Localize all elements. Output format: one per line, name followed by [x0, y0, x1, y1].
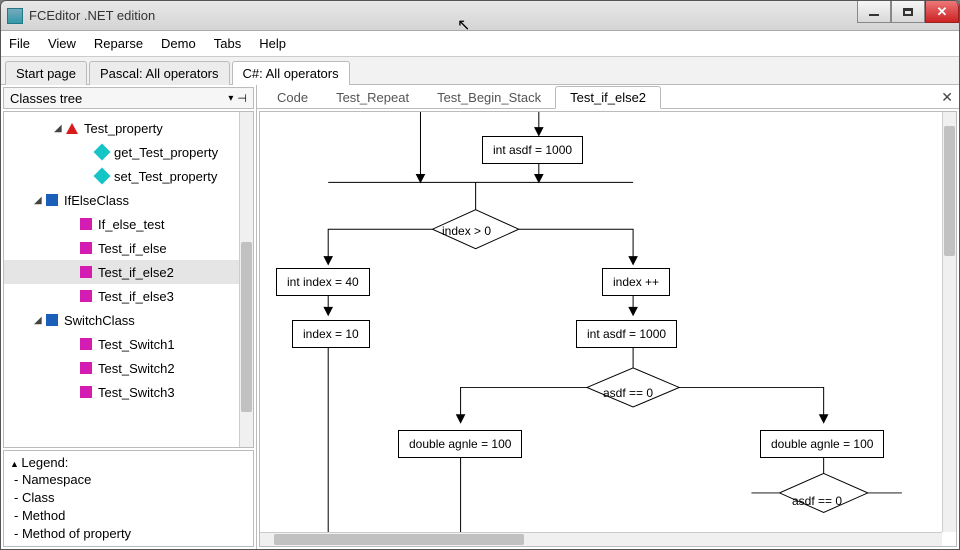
classes-tree[interactable]: ◢ Test_property get_Test_property set_Test_… [4, 112, 239, 447]
sidebar-title: Classes tree [10, 91, 82, 106]
tree-item-label: SwitchClass [64, 313, 135, 328]
tree-item-label: If_else_test [98, 217, 165, 232]
flow-box: int index = 40 [276, 268, 370, 296]
menu-tabs[interactable]: Tabs [214, 36, 241, 51]
app-icon [7, 8, 23, 24]
prop-icon [94, 168, 111, 185]
tree-item[interactable]: Test_Switch1 [4, 332, 239, 356]
legend-label: - Method of property [14, 526, 131, 541]
legend-panel: Legend: - Namespace - Class - Method - Meth… [3, 450, 254, 547]
minimize-button[interactable] [857, 1, 891, 23]
tree-scrollbar[interactable] [239, 112, 253, 447]
pin-icon[interactable]: ⊣ [237, 92, 247, 105]
inner-tabs: CodeTest_RepeatTest_Begin_StackTest_if_e… [257, 85, 959, 109]
tree-panel: ◢ Test_property get_Test_property set_Test_… [3, 111, 254, 448]
tree-item[interactable]: ◢ SwitchClass [4, 308, 239, 332]
app-window: ↖ FCEditor .NET edition ✕ File View Repa… [0, 0, 960, 550]
tree-item-label: Test_Switch1 [98, 337, 175, 352]
legend-label: - Class [14, 490, 54, 505]
tree-item[interactable]: ◢ Test_property [4, 116, 239, 140]
method-icon [80, 218, 92, 230]
legend-row: - Class [10, 488, 247, 506]
menu-reparse[interactable]: Reparse [94, 36, 143, 51]
legend-row: - Method [10, 506, 247, 524]
inner-tab[interactable]: Test_Repeat [322, 87, 423, 108]
expand-icon[interactable]: ◢ [34, 315, 46, 326]
method-icon [80, 386, 92, 398]
tree-item[interactable]: get_Test_property [4, 140, 239, 164]
tree-item[interactable]: ◢ IfElseClass [4, 188, 239, 212]
method-icon [80, 266, 92, 278]
method-icon [80, 338, 92, 350]
flow-box: int asdf = 1000 [576, 320, 677, 348]
flow-diamond-text: index > 0 [442, 224, 491, 238]
tree-item-label: Test_property [84, 121, 163, 136]
content-area: CodeTest_RepeatTest_Begin_StackTest_if_e… [257, 85, 959, 549]
tree-item[interactable]: Test_Switch3 [4, 380, 239, 404]
tree-item[interactable]: Test_if_else3 [4, 284, 239, 308]
flow-diamond-text: asdf == 0 [603, 386, 653, 400]
tree-item[interactable]: set_Test_property [4, 164, 239, 188]
legend-label: - Method [14, 508, 65, 523]
menu-help[interactable]: Help [259, 36, 286, 51]
flow-box: double agnle = 100 [398, 430, 522, 458]
inner-tab[interactable]: Test_if_else2 [555, 86, 661, 109]
file-tabs: Start pagePascal: All operatorsC#: All o… [1, 57, 959, 85]
cls-icon [46, 314, 58, 326]
tab-close-button[interactable]: ✕ [941, 89, 953, 106]
horizontal-scrollbar[interactable] [260, 532, 942, 546]
tree-item-label: IfElseClass [64, 193, 129, 208]
prop-icon [94, 144, 111, 161]
dropdown-icon[interactable]: ▾ [228, 93, 233, 104]
file-tab[interactable]: C#: All operators [232, 61, 350, 85]
tree-item-label: get_Test_property [114, 145, 218, 160]
menu-demo[interactable]: Demo [161, 36, 196, 51]
legend-row: - Namespace [10, 470, 247, 488]
legend-title: Legend: [10, 455, 247, 470]
expand-icon[interactable]: ◢ [54, 123, 66, 134]
menu-view[interactable]: View [48, 36, 76, 51]
flow-diamond-text: asdf == 0 [792, 494, 842, 508]
close-button[interactable]: ✕ [925, 1, 959, 23]
method-icon [80, 290, 92, 302]
tree-item-label: Test_if_else3 [98, 289, 174, 304]
flow-box: index = 10 [292, 320, 370, 348]
legend-row: - Method of property [10, 524, 247, 542]
inner-tab[interactable]: Code [263, 87, 322, 108]
vertical-scrollbar[interactable] [942, 112, 956, 532]
tree-item-label: Test_Switch2 [98, 361, 175, 376]
method-icon [80, 362, 92, 374]
flow-box: index ++ [602, 268, 670, 296]
flow-box: double agnle = 100 [760, 430, 884, 458]
tree-item[interactable]: If_else_test [4, 212, 239, 236]
inner-tab[interactable]: Test_Begin_Stack [423, 87, 555, 108]
maximize-button[interactable] [891, 1, 925, 23]
titlebar[interactable]: FCEditor .NET edition ✕ [1, 1, 959, 31]
tree-item-label: Test_if_else2 [98, 265, 174, 280]
sidebar: Classes tree ▾ ⊣ ◢ Test_property get_Test_… [1, 85, 257, 549]
tree-item[interactable]: Test_if_else [4, 236, 239, 260]
legend-label: - Namespace [14, 472, 91, 487]
tree-item-label: set_Test_property [114, 169, 217, 184]
sidebar-header[interactable]: Classes tree ▾ ⊣ [3, 87, 254, 109]
menu-file[interactable]: File [9, 36, 30, 51]
cls-icon [46, 194, 58, 206]
window-title: FCEditor .NET edition [29, 8, 155, 23]
file-tab[interactable]: Pascal: All operators [89, 61, 230, 85]
tree-item-label: Test_if_else [98, 241, 167, 256]
tree-item[interactable]: Test_Switch2 [4, 356, 239, 380]
method-icon [80, 242, 92, 254]
flow-box: int asdf = 1000 [482, 136, 583, 164]
red-icon [66, 123, 78, 134]
menubar: File View Reparse Demo Tabs Help [1, 31, 959, 57]
file-tab[interactable]: Start page [5, 61, 87, 85]
flowchart-canvas[interactable]: int asdf = 1000 index > 0 int index = 40… [259, 111, 957, 547]
tree-item-label: Test_Switch3 [98, 385, 175, 400]
tree-item[interactable]: Test_if_else2 [4, 260, 239, 284]
expand-icon[interactable]: ◢ [34, 195, 46, 206]
